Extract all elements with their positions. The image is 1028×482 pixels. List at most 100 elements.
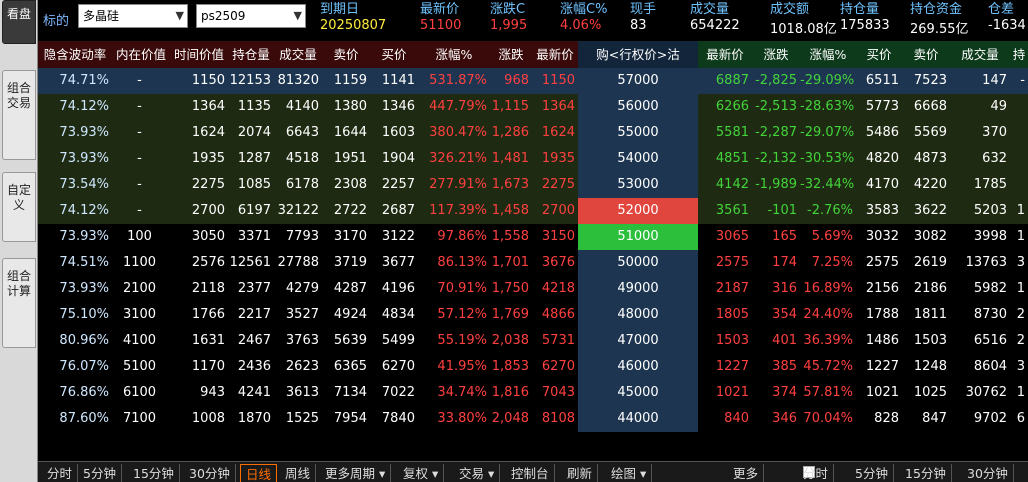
strike-price[interactable]: 47000 (578, 328, 698, 354)
toolbar-tab[interactable]: 控制台 (506, 464, 555, 482)
call-open-interest[interactable]: 3371 (228, 224, 274, 250)
toolbar-tab[interactable]: 分时 (42, 464, 79, 482)
put-bid[interactable]: 5773 (856, 94, 902, 120)
put-ask[interactable]: 7523 (902, 68, 950, 94)
call-intrinsic[interactable]: - (112, 68, 170, 94)
call-intrinsic[interactable]: - (112, 120, 170, 146)
put-open-interest[interactable]: 6 (1010, 406, 1028, 432)
put-ask[interactable]: 3622 (902, 198, 950, 224)
call-iv[interactable]: 75.10% (38, 302, 112, 328)
strike-price[interactable]: 49000 (578, 276, 698, 302)
call-time-value[interactable]: 1935 (170, 146, 228, 172)
call-bid[interactable]: 7022 (370, 380, 418, 406)
put-change-pct[interactable]: 70.04% (800, 406, 856, 432)
put-change[interactable]: -1,989 (752, 172, 800, 198)
call-ask[interactable]: 5639 (322, 328, 370, 354)
call-change[interactable]: 1,458 (490, 198, 532, 224)
call-change[interactable]: 1,750 (490, 276, 532, 302)
call-iv[interactable]: 73.93% (38, 276, 112, 302)
call-volume[interactable]: 27788 (274, 250, 322, 276)
put-last[interactable]: 5581 (698, 120, 752, 146)
put-last[interactable]: 3065 (698, 224, 752, 250)
toolbar-tab[interactable]: 更多周期 ▾ (320, 464, 392, 482)
call-change[interactable]: 1,769 (490, 302, 532, 328)
put-change-pct[interactable]: 36.39% (800, 328, 856, 354)
call-column-header[interactable]: 持仓量 (228, 41, 274, 68)
option-row[interactable]: 74.51% 1100 2576 12561 27788 3719 3677 86.13% 1,… (38, 250, 1028, 276)
call-last[interactable]: 8108 (532, 406, 578, 432)
option-row[interactable]: 73.93% -1624 2074 6643 1644 1603 380.47% 1,286 1… (38, 120, 1028, 146)
call-iv[interactable]: 76.86% (38, 380, 112, 406)
option-row[interactable]: 87.60% 7100 1008 1870 1525 7954 7840 33.80% 2,04… (38, 406, 1028, 432)
option-row[interactable]: 73.54% -2275 1085 6178 2308 2257 277.91% 1,673 2… (38, 172, 1028, 198)
call-change[interactable]: 1,115 (490, 94, 532, 120)
call-intrinsic[interactable]: 1100 (112, 250, 170, 276)
call-iv[interactable]: 74.12% (38, 94, 112, 120)
strike-price[interactable]: 57000 (578, 68, 698, 94)
put-change[interactable]: 401 (752, 328, 800, 354)
put-bid[interactable]: 5486 (856, 120, 902, 146)
option-row[interactable]: 74.12% -1364 1135 4140 1380 1346 447.79% 1,115 1… (38, 94, 1028, 120)
put-ask[interactable]: 1025 (902, 380, 950, 406)
call-change[interactable]: 1,558 (490, 224, 532, 250)
call-change[interactable]: 2,048 (490, 406, 532, 432)
strike-price[interactable]: 51000 (578, 224, 698, 250)
call-ask[interactable]: 4287 (322, 276, 370, 302)
call-bid[interactable]: 1141 (370, 68, 418, 94)
put-volume[interactable]: 30762 (950, 380, 1010, 406)
put-last[interactable]: 840 (698, 406, 752, 432)
call-change[interactable]: 1,853 (490, 354, 532, 380)
put-bid[interactable]: 4820 (856, 146, 902, 172)
call-bid[interactable]: 1346 (370, 94, 418, 120)
call-bid[interactable]: 6270 (370, 354, 418, 380)
call-open-interest[interactable]: 2217 (228, 302, 274, 328)
put-bid[interactable]: 3583 (856, 198, 902, 224)
call-volume[interactable]: 32122 (274, 198, 322, 224)
put-open-interest[interactable]: 2 (1010, 328, 1028, 354)
call-open-interest[interactable]: 4241 (228, 380, 274, 406)
strike-price[interactable]: 54000 (578, 146, 698, 172)
put-volume[interactable]: 5982 (950, 276, 1010, 302)
put-volume[interactable]: 3998 (950, 224, 1010, 250)
call-column-header[interactable]: 涨跌 (490, 41, 532, 68)
strike-price[interactable]: 56000 (578, 94, 698, 120)
put-bid[interactable]: 3032 (856, 224, 902, 250)
call-volume[interactable]: 3613 (274, 380, 322, 406)
call-ask[interactable]: 1380 (322, 94, 370, 120)
put-bid[interactable]: 1486 (856, 328, 902, 354)
put-change[interactable]: 354 (752, 302, 800, 328)
put-change-pct[interactable]: 16.89% (800, 276, 856, 302)
call-intrinsic[interactable]: - (112, 94, 170, 120)
call-last[interactable]: 6270 (532, 354, 578, 380)
call-open-interest[interactable]: 1085 (228, 172, 274, 198)
call-change-pct[interactable]: 41.95% (418, 354, 490, 380)
put-ask[interactable]: 2619 (902, 250, 950, 276)
put-change-pct[interactable]: -29.09% (800, 68, 856, 94)
call-bid[interactable]: 2257 (370, 172, 418, 198)
put-ask[interactable]: 4220 (902, 172, 950, 198)
put-volume[interactable]: 6516 (950, 328, 1010, 354)
toolbar-tab[interactable]: 5分钟 (78, 464, 122, 482)
call-ask[interactable]: 2308 (322, 172, 370, 198)
underlying-select[interactable]: 多晶硅 ▼ (78, 4, 188, 28)
call-volume[interactable]: 2623 (274, 354, 322, 380)
call-open-interest[interactable]: 12561 (228, 250, 274, 276)
call-time-value[interactable]: 1170 (170, 354, 228, 380)
strike-price[interactable]: 48000 (578, 302, 698, 328)
call-time-value[interactable]: 1766 (170, 302, 228, 328)
strike-price[interactable]: 46000 (578, 354, 698, 380)
call-volume[interactable]: 1525 (274, 406, 322, 432)
call-time-value[interactable]: 1624 (170, 120, 228, 146)
put-volume[interactable]: 147 (950, 68, 1010, 94)
put-column-header[interactable]: 卖价 (902, 41, 950, 68)
put-change-pct[interactable]: 5.69% (800, 224, 856, 250)
call-last[interactable]: 1364 (532, 94, 578, 120)
call-last[interactable]: 2275 (532, 172, 578, 198)
put-open-interest[interactable]: 2 (1010, 302, 1028, 328)
strike-price[interactable]: 52000 (578, 198, 698, 224)
put-open-interest[interactable]: 1 (1010, 276, 1028, 302)
call-bid[interactable]: 3122 (370, 224, 418, 250)
call-column-header[interactable]: 涨幅% (418, 41, 490, 68)
call-change[interactable]: 1,286 (490, 120, 532, 146)
call-bid[interactable]: 5499 (370, 328, 418, 354)
